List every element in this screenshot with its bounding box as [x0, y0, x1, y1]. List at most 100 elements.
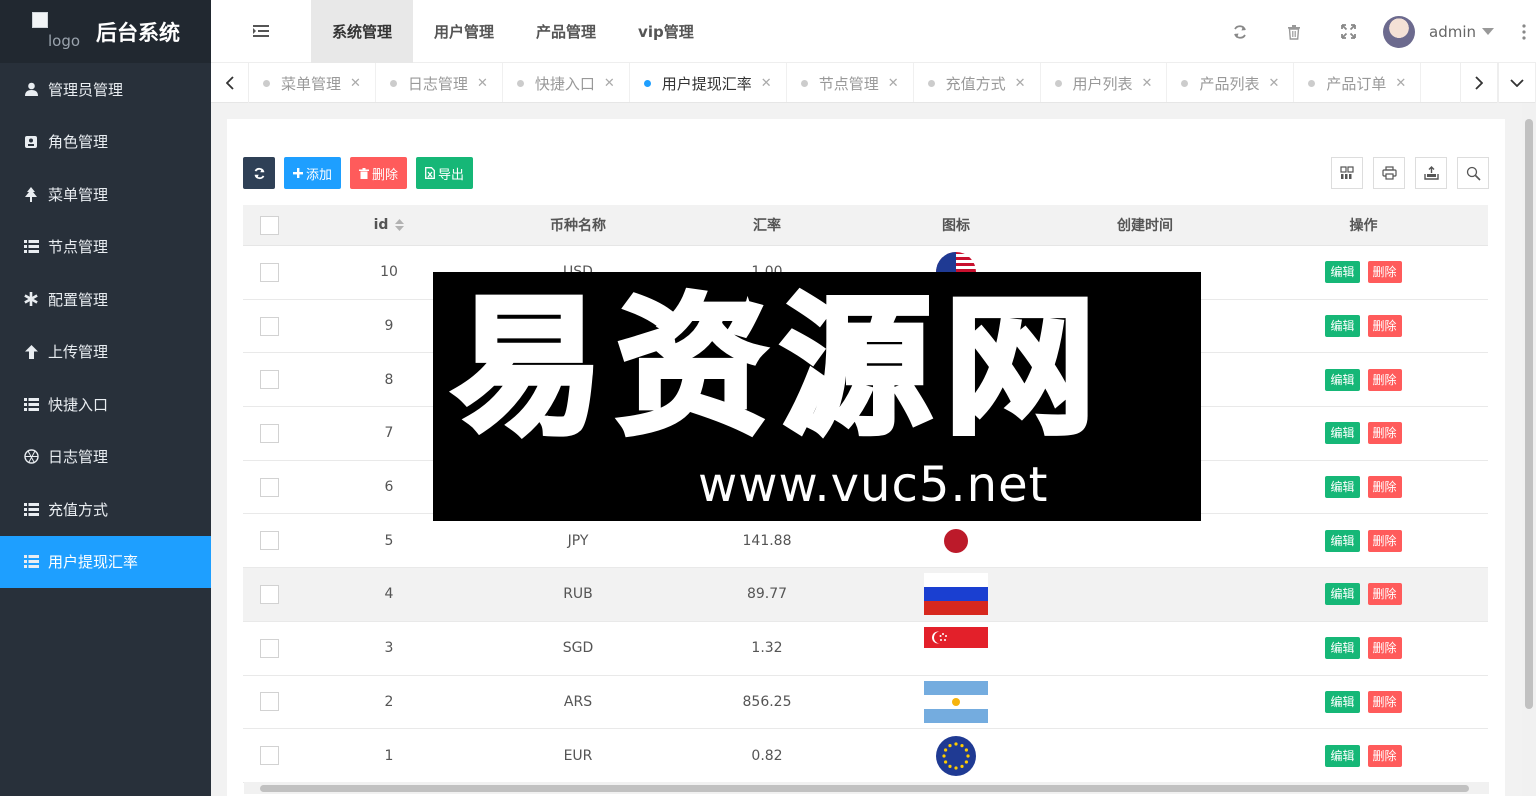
- clear-cache-button[interactable]: [1267, 0, 1321, 63]
- vertical-scrollbar[interactable]: [1522, 103, 1536, 796]
- cell-actions: 编辑 删除: [1239, 690, 1488, 713]
- table-row[interactable]: 1 EUR 0.82 编辑 删除: [243, 729, 1488, 783]
- edit-button[interactable]: 编辑: [1325, 744, 1360, 767]
- row-delete-button[interactable]: 删除: [1367, 476, 1402, 499]
- tab-label: 用户提现汇率: [661, 74, 752, 93]
- tab-label: 产品列表: [1199, 74, 1260, 93]
- export-file-button[interactable]: [1415, 157, 1447, 189]
- row-checkbox[interactable]: [259, 638, 279, 658]
- page-tab-8[interactable]: 产品订单 ✕: [1294, 63, 1422, 102]
- row-delete-button[interactable]: 删除: [1367, 261, 1402, 284]
- menu-toggle-button[interactable]: [211, 0, 311, 63]
- sidebar-item-9[interactable]: 用户提现汇率: [0, 535, 211, 588]
- edit-button[interactable]: 编辑: [1325, 476, 1360, 499]
- fullscreen-button[interactable]: [1321, 0, 1375, 63]
- add-button[interactable]: 添加: [284, 157, 342, 189]
- table-row[interactable]: 5 JPY 141.88 编辑 删除: [243, 514, 1488, 569]
- sidebar-item-2[interactable]: 菜单管理: [0, 168, 211, 221]
- table-row[interactable]: 2 ARS 856.25 编辑 删除: [243, 676, 1488, 730]
- tab-label: 产品订单: [1326, 74, 1387, 93]
- table-row[interactable]: 4 RUB 89.77 编辑 删除: [243, 568, 1488, 622]
- edit-button[interactable]: 编辑: [1325, 529, 1360, 552]
- close-icon[interactable]: ✕: [888, 76, 899, 91]
- horizontal-scrollbar-thumb[interactable]: [260, 785, 1469, 792]
- close-icon[interactable]: ✕: [350, 76, 361, 91]
- page-tab-4[interactable]: 节点管理 ✕: [787, 63, 914, 102]
- top-nav-item-0[interactable]: 系统管理: [311, 0, 414, 63]
- close-icon[interactable]: ✕: [1395, 76, 1406, 91]
- reload-button[interactable]: [243, 157, 275, 189]
- column-header-id[interactable]: id: [295, 217, 483, 233]
- page-tab-5[interactable]: 充值方式 ✕: [914, 63, 1041, 102]
- page-tab-1[interactable]: 日志管理 ✕: [376, 63, 503, 102]
- row-delete-button[interactable]: 删除: [1367, 315, 1402, 338]
- cell-actions: 编辑 删除: [1239, 637, 1488, 660]
- row-checkbox[interactable]: [259, 477, 279, 497]
- edit-button[interactable]: 编辑: [1325, 261, 1360, 284]
- sidebar-item-3[interactable]: 节点管理: [0, 221, 211, 274]
- page-tab-0[interactable]: 菜单管理 ✕: [249, 63, 376, 102]
- export-button[interactable]: 导出: [416, 157, 474, 189]
- edit-button[interactable]: 编辑: [1325, 315, 1360, 338]
- tabs-menu-button[interactable]: [1498, 63, 1536, 103]
- search-toggle-button[interactable]: [1457, 157, 1489, 189]
- row-checkbox[interactable]: [259, 262, 279, 282]
- print-button[interactable]: [1373, 157, 1405, 189]
- more-vertical-icon[interactable]: [1522, 23, 1526, 40]
- refresh-button[interactable]: [1213, 0, 1267, 63]
- edit-button[interactable]: 编辑: [1325, 690, 1360, 713]
- row-checkbox[interactable]: [259, 746, 279, 766]
- top-nav-item-1[interactable]: 用户管理: [413, 0, 515, 63]
- close-icon[interactable]: ✕: [1015, 76, 1026, 91]
- row-delete-button[interactable]: 删除: [1367, 583, 1402, 606]
- close-icon[interactable]: ✕: [604, 76, 615, 91]
- column-filter-button[interactable]: [1331, 157, 1363, 189]
- sidebar-item-0[interactable]: 管理员管理: [0, 63, 211, 116]
- close-icon[interactable]: ✕: [477, 76, 488, 91]
- close-icon[interactable]: ✕: [1268, 76, 1279, 91]
- row-checkbox[interactable]: [259, 531, 279, 551]
- sidebar-item-7[interactable]: 日志管理: [0, 431, 211, 484]
- table-row[interactable]: 3 SGD 1.32 编辑 删除: [243, 622, 1488, 676]
- edit-button[interactable]: 编辑: [1325, 637, 1360, 660]
- page-tab-2[interactable]: 快捷入口 ✕: [503, 63, 630, 102]
- row-delete-button[interactable]: 删除: [1367, 637, 1402, 660]
- top-nav-item-3[interactable]: vip管理: [617, 0, 715, 63]
- row-delete-button[interactable]: 删除: [1367, 690, 1402, 713]
- row-delete-button[interactable]: 删除: [1367, 529, 1402, 552]
- vertical-scrollbar-thumb[interactable]: [1525, 119, 1533, 709]
- sidebar: logo 后台系统 管理员管理 角色管理 菜单管理 节点管理 配置管理 上传管理 快捷入口日…: [0, 0, 211, 796]
- delete-button[interactable]: 删除: [350, 157, 408, 189]
- edit-button[interactable]: 编辑: [1325, 368, 1360, 391]
- row-delete-button[interactable]: 删除: [1367, 368, 1402, 391]
- tabs-scroll-left-button[interactable]: [211, 63, 249, 103]
- edit-button[interactable]: 编辑: [1325, 583, 1360, 606]
- sidebar-item-8[interactable]: 充值方式: [0, 483, 211, 536]
- top-nav-item-2[interactable]: 产品管理: [515, 0, 617, 63]
- page-tab-6[interactable]: 用户列表 ✕: [1041, 63, 1168, 102]
- row-delete-button[interactable]: 删除: [1367, 744, 1402, 767]
- horizontal-scrollbar[interactable]: [244, 782, 1489, 794]
- tabs-scroll-right-button[interactable]: [1460, 63, 1498, 103]
- select-all-checkbox[interactable]: [259, 215, 279, 235]
- sidebar-item-5[interactable]: 上传管理: [0, 326, 211, 379]
- page-tab-7[interactable]: 产品列表 ✕: [1167, 63, 1295, 102]
- row-checkbox[interactable]: [259, 316, 279, 336]
- columns-icon: [1340, 166, 1354, 179]
- close-icon[interactable]: ✕: [761, 76, 772, 91]
- row-checkbox[interactable]: [259, 370, 279, 390]
- edit-button[interactable]: 编辑: [1325, 422, 1360, 445]
- sidebar-item-4[interactable]: 配置管理: [0, 273, 211, 326]
- refresh-icon: [1234, 24, 1246, 39]
- row-checkbox[interactable]: [259, 584, 279, 604]
- user-menu[interactable]: admin: [1375, 0, 1536, 63]
- close-icon[interactable]: ✕: [1142, 76, 1153, 91]
- row-delete-button[interactable]: 删除: [1367, 422, 1402, 445]
- page-tab-3[interactable]: 用户提现汇率 ✕: [630, 63, 787, 102]
- sidebar-item-6[interactable]: 快捷入口: [0, 378, 211, 431]
- row-checkbox[interactable]: [259, 692, 279, 712]
- row-checkbox[interactable]: [259, 423, 279, 443]
- sidebar-item-1[interactable]: 角色管理: [0, 116, 211, 169]
- sort-icon[interactable]: [395, 219, 405, 231]
- list-icon: [22, 502, 40, 516]
